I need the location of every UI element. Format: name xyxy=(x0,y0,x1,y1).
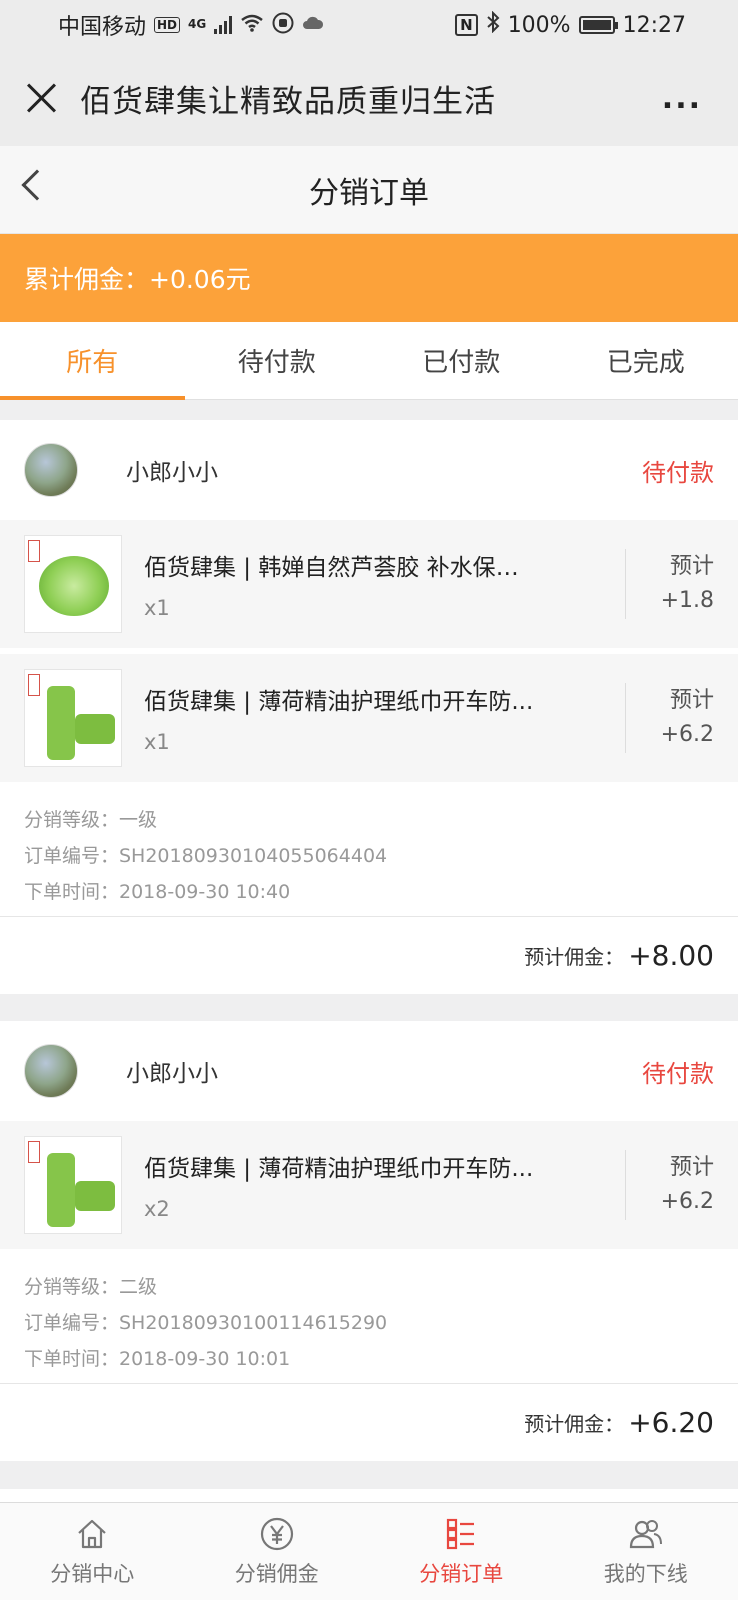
back-arrow-icon[interactable] xyxy=(21,169,53,201)
nav-label: 我的下线 xyxy=(603,1561,688,1586)
order-time: 下单时间：2018-09-30 10:40 xyxy=(24,881,291,903)
close-icon[interactable] xyxy=(24,81,58,115)
nfc-icon: N xyxy=(455,14,478,36)
estimate-label: 预计 xyxy=(669,1155,714,1180)
estimate-label: 预计 xyxy=(669,554,714,579)
tab-pending-payment[interactable]: 待付款 xyxy=(185,322,370,399)
distribution-level: 分销等级：二级 xyxy=(24,1276,158,1298)
nav-my-downline[interactable]: 我的下线 xyxy=(554,1503,738,1600)
estimate-label: 预计 xyxy=(669,688,714,713)
hd-badge: HD xyxy=(154,17,181,33)
product-image xyxy=(24,1136,122,1234)
product-image xyxy=(24,669,122,767)
order-filter-tabs: 所有 待付款 已付款 已完成 xyxy=(0,322,738,400)
item-info: 佰货肆集 | 韩婵自然芦荟胶 补水保湿... x1 xyxy=(122,548,613,620)
battery-icon xyxy=(578,16,618,34)
commission-value: +6.20 xyxy=(628,1406,714,1439)
bluetooth-icon xyxy=(486,10,500,39)
users-icon xyxy=(629,1519,662,1548)
item-info: 佰货肆集 | 薄荷精油护理纸巾开车防... x2 xyxy=(122,1149,613,1221)
order-meta: 分销等级：一级 订单编号：SH20180930104055064404 下单时间… xyxy=(0,788,738,916)
tab-completed[interactable]: 已完成 xyxy=(554,322,738,399)
bottom-navigation: 分销中心 分销佣金 分销订单 我的下线 xyxy=(0,1502,738,1600)
battery-label: 100% xyxy=(507,12,571,38)
order-card[interactable]: 小郎小小 待付款 佰货肆集 | 韩婵自然芦荟胶 补水保湿... x1 预计 +1… xyxy=(0,420,738,994)
nav-label: 分销订单 xyxy=(419,1561,504,1586)
status-right: N 100% 12:27 xyxy=(455,10,686,39)
order-header: 小郎小小 待付款 xyxy=(0,420,738,520)
commission-value: +8.00 xyxy=(628,939,714,972)
commission-banner: 累计佣金：+0.06元 xyxy=(0,234,738,322)
page-header: 分销订单 xyxy=(0,146,738,234)
estimate-value: +6.2 xyxy=(660,722,714,747)
product-quantity: x2 xyxy=(144,1197,170,1221)
divider xyxy=(625,1150,626,1220)
status-badge: 待付款 xyxy=(642,458,714,487)
product-name: 佰货肆集 | 韩婵自然芦荟胶 补水保湿... xyxy=(144,555,534,581)
product-quantity: x1 xyxy=(144,596,170,620)
carrier-label: 中国移动 xyxy=(58,15,147,40)
divider xyxy=(625,683,626,753)
more-menu-button[interactable]: ... xyxy=(662,81,702,116)
buyer-name: 小郎小小 xyxy=(126,460,218,486)
order-number: 订单编号：SH20180930100114615290 xyxy=(24,1312,388,1334)
commission-label: 预计佣金： xyxy=(524,1412,625,1436)
estimate-value: +1.8 xyxy=(660,588,714,613)
nav-orders[interactable]: 分销订单 xyxy=(369,1503,554,1600)
commission-label: 预计佣金： xyxy=(524,945,625,969)
estimate-block: 预计 +1.8 xyxy=(644,550,714,618)
order-card[interactable]: 小郎小小 待付款 佰货肆集 | 薄荷精油护理纸巾开车防... x2 预计 +6.… xyxy=(0,1021,738,1461)
estimate-value: +6.2 xyxy=(660,1189,714,1214)
browser-title: 佰货肆集让精致品质重归生活 xyxy=(80,83,496,120)
order-item[interactable]: 佰货肆集 | 韩婵自然芦荟胶 补水保湿... x1 预计 +1.8 xyxy=(0,520,738,648)
order-card xyxy=(0,1489,738,1502)
order-list-icon xyxy=(447,1518,475,1549)
buyer-name: 小郎小小 xyxy=(126,1061,218,1087)
hand-icon xyxy=(272,12,294,39)
order-footer: 预计佣金： +6.20 xyxy=(0,1383,738,1461)
order-number: 订单编号：SH20180930104055064404 xyxy=(24,845,388,867)
cloud-icon xyxy=(302,15,324,36)
wifi-icon xyxy=(240,13,264,38)
tab-all[interactable]: 所有 xyxy=(0,322,185,400)
total-commission-text: 累计佣金：+0.06元 xyxy=(24,265,251,294)
order-footer: 预计佣金： +8.00 xyxy=(0,916,738,994)
order-time: 下单时间：2018-09-30 10:01 xyxy=(24,1348,291,1370)
product-name: 佰货肆集 | 薄荷精油护理纸巾开车防... xyxy=(144,689,534,715)
order-item[interactable]: 佰货肆集 | 薄荷精油护理纸巾开车防... x2 预计 +6.2 xyxy=(0,1121,738,1249)
order-meta: 分销等级：二级 订单编号：SH20180930100114615290 下单时间… xyxy=(0,1255,738,1383)
product-quantity: x1 xyxy=(144,730,170,754)
distribution-level: 分销等级：一级 xyxy=(24,809,158,831)
page-title: 分销订单 xyxy=(309,175,429,211)
browser-title-bar: 佰货肆集让精致品质重归生活 ... xyxy=(0,50,738,146)
network-label: 4G xyxy=(188,17,207,31)
nav-distribution-center[interactable]: 分销中心 xyxy=(0,1503,185,1600)
estimate-block: 预计 +6.2 xyxy=(644,684,714,752)
nav-label: 分销中心 xyxy=(50,1561,135,1586)
order-item[interactable]: 佰货肆集 | 薄荷精油护理纸巾开车防... x1 预计 +6.2 xyxy=(0,654,738,782)
avatar xyxy=(24,443,78,497)
time-label: 12:27 xyxy=(622,12,686,38)
avatar xyxy=(24,1044,78,1098)
home-icon xyxy=(78,1519,106,1548)
status-badge: 待付款 xyxy=(642,1059,714,1088)
item-info: 佰货肆集 | 薄荷精油护理纸巾开车防... x1 xyxy=(122,682,613,754)
order-header: 小郎小小 待付款 xyxy=(0,1021,738,1121)
nav-label: 分销佣金 xyxy=(234,1561,319,1586)
yen-icon xyxy=(260,1517,293,1550)
product-image xyxy=(24,535,122,633)
product-name: 佰货肆集 | 薄荷精油护理纸巾开车防... xyxy=(144,1156,534,1182)
nav-commission[interactable]: 分销佣金 xyxy=(185,1503,370,1600)
tab-paid[interactable]: 已付款 xyxy=(369,322,554,399)
status-left: 中国移动 HD 4G xyxy=(58,9,324,41)
estimate-block: 预计 +6.2 xyxy=(644,1151,714,1219)
signal-icon xyxy=(214,16,233,34)
divider xyxy=(625,549,626,619)
status-bar: 中国移动 HD 4G N 100% 12:27 xyxy=(0,0,738,50)
